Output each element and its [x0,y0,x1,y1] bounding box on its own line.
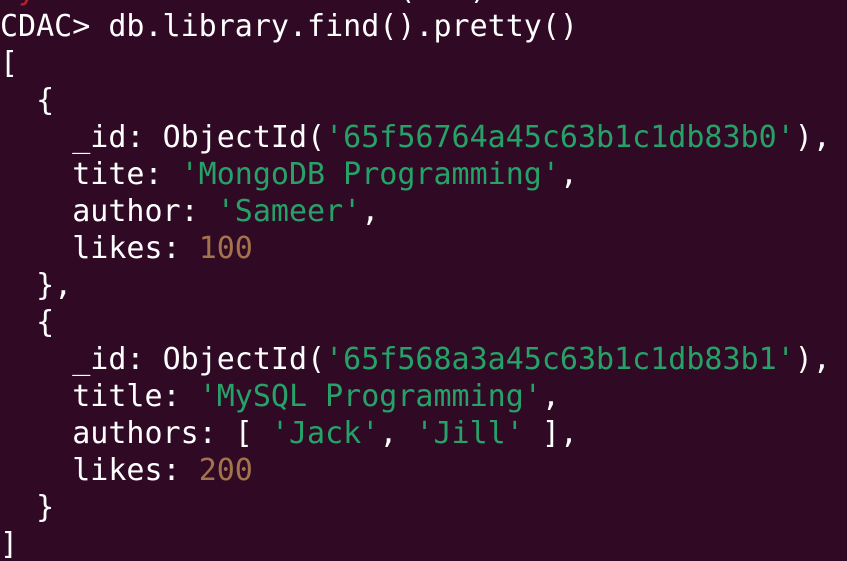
doc2-title-value: 'MySQL Programming' [198,379,542,414]
doc1-author-key: author: [0,194,217,229]
doc1-likes-line: likes: 100 [0,230,253,267]
doc2-title-line: title: 'MySQL Programming', [0,378,560,415]
doc2-likes-key: likes: [0,453,199,488]
doc1-id-line: _id: ObjectId('65f56764a45c63b1c1db83b0'… [0,119,831,156]
partial-prompt-text: ty [0,0,36,7]
doc1-author-value: 'Sameer' [216,194,362,229]
close-array-bracket: ] [0,527,19,561]
previous-output-line: ty . ( ) . [0,0,542,8]
open-array-bracket: [ [0,46,19,81]
doc2-likes-value: 200 [198,453,253,488]
doc1-title-comma: , [559,157,578,192]
doc1-author-line: author: 'Sameer', [0,193,379,230]
doc2-authors-line: authors: [ 'Jack', 'Jill' ], [0,415,578,452]
doc2-authors-key: authors: [ [0,416,271,451]
command-text: db.library.find().pretty() [108,9,578,44]
doc1-likes-value: 100 [198,231,253,266]
doc1-id-close: ), [794,120,831,155]
doc2-author-jack: 'Jack' [270,416,380,451]
doc1-id-value: '65f56764a45c63b1c1db83b0' [325,120,795,155]
doc1-open-brace: { [0,83,55,118]
doc2-objectid-fn: ObjectId( [162,342,326,377]
doc2-likes-line: likes: 200 [0,452,253,489]
doc2-id-line: _id: ObjectId('65f568a3a45c63b1c1db83b1'… [0,341,831,378]
doc1-title-value: 'MongoDB Programming' [180,157,560,192]
terminal-window[interactable]: ty . ( ) . CDAC> db.library.find().prett… [0,0,847,561]
doc2-title-comma: , [541,379,560,414]
doc2-id-close: ), [794,342,831,377]
doc2-open-brace: { [0,305,55,340]
shell-prompt: CDAC> [0,9,109,44]
doc2-id-value: '65f568a3a45c63b1c1db83b1' [325,342,795,377]
doc2-close-brace: } [0,490,55,525]
doc1-title-line: tite: 'MongoDB Programming', [0,156,578,193]
doc2-id-key: _id: [0,342,163,377]
command-line: CDAC> db.library.find().pretty() [0,8,578,45]
doc2-authors-separator: , [379,416,416,451]
doc2-author-jill: 'Jill' [415,416,524,451]
doc1-likes-key: likes: [0,231,199,266]
doc1-author-comma: , [361,194,380,229]
doc2-title-key: title: [0,379,199,414]
doc1-title-key: tite: [0,157,181,192]
partial-output-text: . ( ) . [36,0,542,7]
doc1-objectid-fn: ObjectId( [162,120,326,155]
doc1-close-brace: }, [0,268,73,303]
doc2-authors-close: ], [523,416,578,451]
doc1-id-key: _id: [0,120,163,155]
